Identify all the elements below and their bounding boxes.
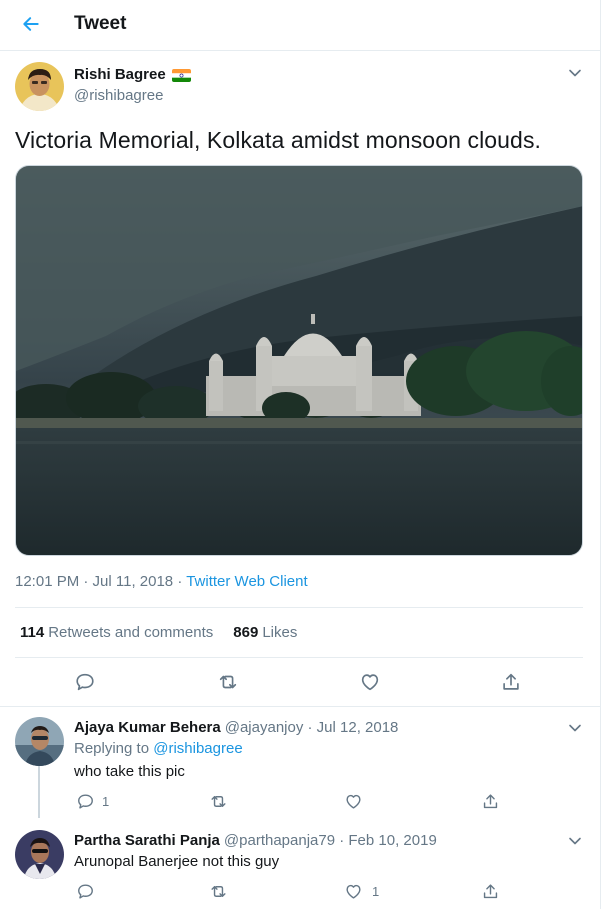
tweet-options-button[interactable]	[564, 62, 586, 84]
retweet-icon	[210, 885, 226, 897]
author-name[interactable]: Rishi Bagree	[74, 66, 191, 83]
back-button[interactable]	[14, 7, 48, 41]
replying-to-label: Replying to	[74, 740, 154, 757]
share-icon	[503, 673, 519, 690]
share-icon	[483, 883, 497, 898]
reply-icon	[76, 673, 94, 691]
page-title: Tweet	[74, 13, 127, 34]
reply-handle-date[interactable]: @ajayanjoy · Jul 12, 2018	[225, 719, 399, 736]
like-count: 1	[372, 884, 380, 899]
tweet-text: Victoria Memorial, Kolkata amidst monsoo…	[15, 127, 542, 153]
author-handle[interactable]: @rishibagree	[74, 87, 163, 104]
like-icon	[345, 794, 361, 809]
share-button[interactable]	[478, 789, 502, 813]
thread-line	[38, 766, 40, 818]
replying-to-link[interactable]: @rishibagree	[153, 740, 242, 757]
reply-options-button[interactable]	[564, 717, 586, 739]
replying-to: Replying to @rishibagree	[74, 740, 243, 757]
reply-handle-date[interactable]: @parthapanja79 · Feb 10, 2019	[224, 832, 437, 849]
like-button[interactable]	[341, 789, 365, 813]
retweets-label: Retweets and comments	[48, 624, 214, 641]
chevron-down-icon	[569, 837, 581, 845]
like-icon	[361, 674, 379, 691]
reply-button[interactable]	[73, 789, 97, 813]
reply-avatar[interactable]	[15, 717, 64, 766]
tweet-timestamp: 12:01 PM · Jul 11, 2018 · Twitter Web Cl…	[15, 573, 308, 590]
like-icon	[345, 884, 361, 899]
reply-options-button[interactable]	[564, 830, 586, 852]
like-button[interactable]	[341, 879, 365, 903]
divider	[15, 657, 583, 658]
reply-author-name[interactable]: Ajaya Kumar Behera	[74, 719, 221, 736]
reply-header: Partha Sarathi Panja @parthapanja79 · Feb…	[74, 832, 437, 849]
like-button[interactable]	[358, 670, 382, 694]
reply-text: who take this pic	[74, 763, 185, 780]
likes-label: Likes	[262, 624, 298, 641]
tweet-photo[interactable]	[15, 165, 583, 556]
retweet-icon	[219, 675, 237, 689]
retweet-icon	[210, 795, 226, 807]
chevron-down-icon	[569, 724, 581, 732]
reply-icon	[77, 883, 93, 899]
reply-icon	[77, 793, 93, 809]
tweet-page: Tweet Rishi Bagree @rishibagree Victoria…	[0, 0, 601, 909]
share-button[interactable]	[499, 670, 523, 694]
reply-header: Ajaya Kumar Behera @ajayanjoy · Jul 12, 2…	[74, 719, 398, 736]
reply-author-name[interactable]: Partha Sarathi Panja	[74, 832, 220, 849]
likes-stat[interactable]: 869 Likes	[233, 624, 297, 641]
tweet-stats: 114 Retweets and comments 869 Likes	[20, 624, 297, 641]
retweet-button[interactable]	[206, 789, 230, 813]
retweets-stat[interactable]: 114 Retweets and comments	[20, 624, 213, 641]
divider	[15, 607, 583, 608]
india-flag-icon	[171, 69, 191, 82]
top-bar: Tweet	[0, 0, 600, 51]
share-button[interactable]	[478, 879, 502, 903]
reply-text: Arunopal Banerjee not this guy	[74, 853, 280, 870]
share-icon	[483, 793, 497, 808]
author-avatar[interactable]	[15, 62, 64, 111]
reply-avatar[interactable]	[15, 830, 64, 879]
likes-count: 869	[233, 624, 259, 641]
author-name-text[interactable]: Rishi Bagree	[74, 66, 166, 83]
reply-count: 1	[102, 794, 110, 809]
retweets-count: 114	[20, 624, 45, 641]
retweet-button[interactable]	[206, 879, 230, 903]
back-arrow-icon	[23, 17, 39, 31]
tweet-time[interactable]: 12:01 PM · Jul 11, 2018 ·	[15, 573, 186, 590]
chevron-down-icon	[569, 69, 581, 77]
divider	[0, 706, 600, 707]
retweet-button[interactable]	[216, 670, 240, 694]
reply-button[interactable]	[73, 879, 97, 903]
reply-button[interactable]	[73, 670, 97, 694]
tweet-client-link[interactable]: Twitter Web Client	[186, 573, 307, 590]
